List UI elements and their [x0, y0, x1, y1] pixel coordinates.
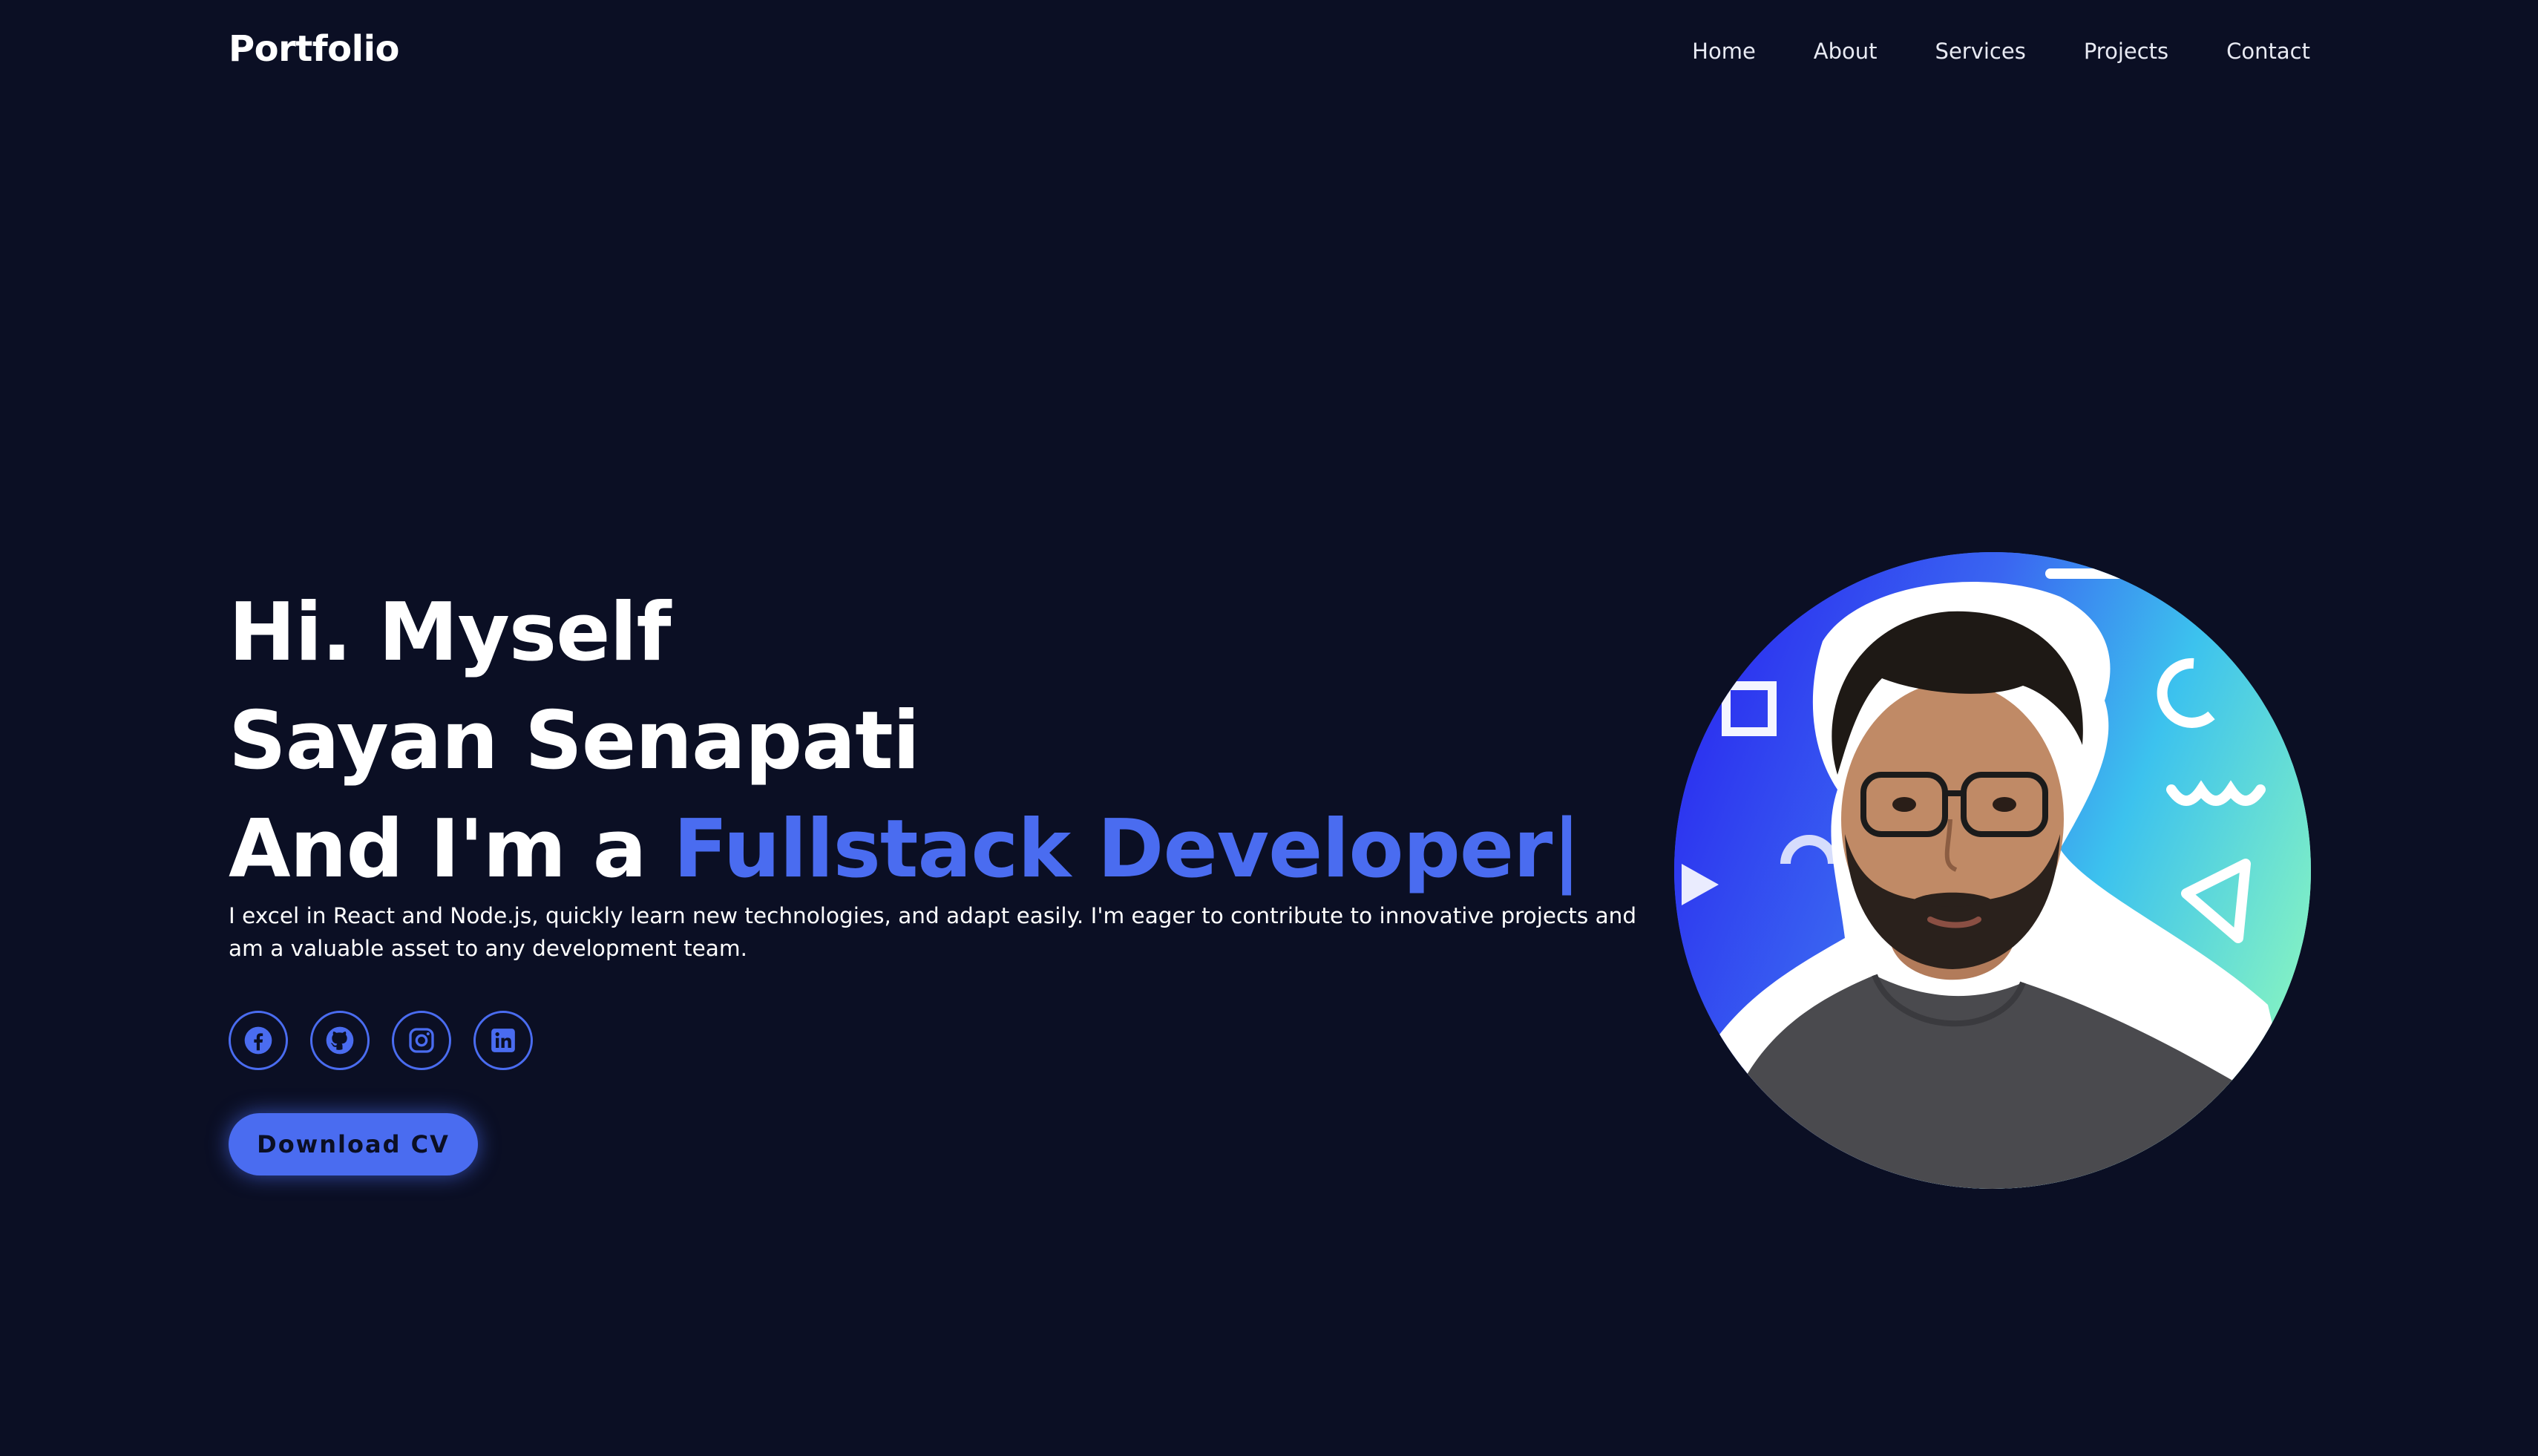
hero-greeting: Hi. Myself [229, 586, 671, 679]
download-cv-button[interactable]: Download CV [229, 1113, 478, 1175]
nav-services[interactable]: Services [1935, 39, 2026, 64]
hero-role: Fullstack Developer [673, 803, 1552, 896]
linkedin-link[interactable] [473, 1011, 533, 1070]
typing-caret: | [1552, 803, 1581, 896]
main-nav: Home About Services Projects Contact [1692, 39, 2310, 64]
github-link[interactable] [310, 1011, 370, 1070]
site-logo[interactable]: Portfolio [229, 28, 400, 70]
nav-home[interactable]: Home [1692, 39, 1756, 64]
hero-role-prefix: And I'm a [229, 803, 674, 896]
facebook-link[interactable] [229, 1011, 288, 1070]
site-header: Portfolio Home About Services Projects C… [0, 0, 2538, 105]
social-links [229, 1011, 555, 1070]
nav-projects[interactable]: Projects [2084, 39, 2168, 64]
instagram-link[interactable] [392, 1011, 451, 1070]
instagram-icon [407, 1026, 436, 1055]
profile-photo [1674, 552, 2311, 1189]
linkedin-icon [488, 1026, 518, 1055]
nav-about[interactable]: About [1814, 39, 1878, 64]
page: Portfolio Home About Services Projects C… [0, 0, 2538, 1456]
hero-description: I excel in React and Node.js, quickly le… [229, 903, 1637, 961]
facebook-icon [243, 1026, 273, 1055]
nav-contact[interactable]: Contact [2226, 39, 2310, 64]
github-icon [325, 1026, 355, 1055]
hero-heading: Hi. Myself Sayan Senapati And I'm a Full… [229, 579, 1581, 904]
hero-name: Sayan Senapati [229, 695, 920, 787]
